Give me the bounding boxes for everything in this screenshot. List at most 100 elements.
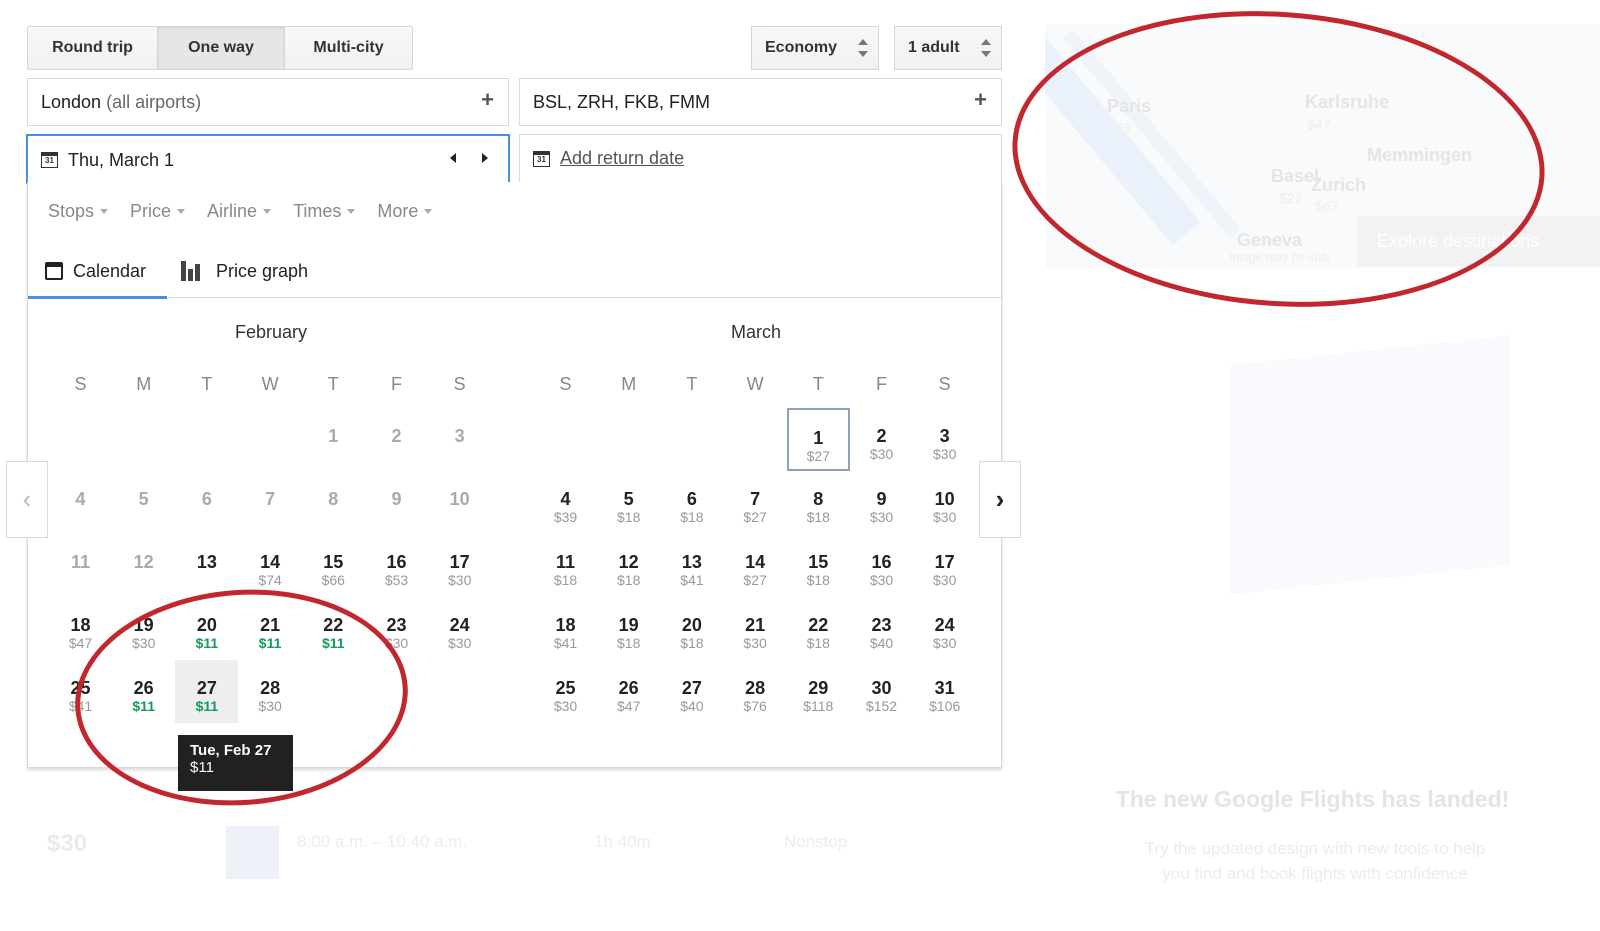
calendar-day[interactable]: 24 $30	[913, 597, 976, 660]
tab-price-graph-label: Price graph	[216, 260, 309, 281]
calendar-day[interactable]: 16 $53	[365, 534, 428, 597]
calendar-day[interactable]: 24 $30	[428, 597, 491, 660]
filter-stops[interactable]: Stops	[48, 201, 109, 222]
filter-label: Stops	[48, 201, 95, 221]
day-price: $30	[933, 509, 957, 525]
filter-price[interactable]: Price	[130, 201, 186, 222]
prev-date-icon[interactable]	[450, 153, 456, 163]
day-price: $18	[806, 635, 830, 651]
filter-label: Times	[293, 201, 342, 221]
calendar-day[interactable]: 12 $18	[597, 534, 660, 597]
calendar-day[interactable]: 25 $30	[534, 660, 597, 723]
day-number: 26	[618, 678, 639, 698]
day-price: $30	[869, 446, 894, 462]
day-price: $18	[617, 635, 641, 651]
prev-month-button[interactable]: ‹	[6, 461, 48, 538]
destination-field[interactable]: BSL, ZRH, FKB, FMM +	[519, 78, 1002, 126]
weekday-header: W	[746, 374, 764, 394]
multi-city-button[interactable]: Multi-city	[284, 26, 413, 70]
calendar-day[interactable]: 14 $74	[239, 534, 302, 597]
weekday-header: M	[136, 374, 152, 394]
round-trip-button[interactable]: Round trip	[27, 26, 158, 70]
calendar-day[interactable]: 11 $18	[534, 534, 597, 597]
day-number: 3	[454, 426, 465, 446]
next-month-button[interactable]: ›	[979, 461, 1021, 538]
day-price: $18	[806, 509, 830, 525]
calendar-day: 11	[49, 534, 112, 597]
calendar-day[interactable]: 10 $30	[913, 471, 976, 534]
day-number: 7	[265, 489, 276, 509]
calendar-day: 5	[112, 471, 175, 534]
calendar-day[interactable]: 5 $18	[597, 471, 660, 534]
calendar-day: 10	[428, 471, 491, 534]
day-number: 8	[328, 489, 339, 509]
weekday-header: T	[201, 374, 213, 394]
calendar-day[interactable]: 17 $30	[913, 534, 976, 597]
calendar-day[interactable]: 21 $30	[724, 597, 787, 660]
calendar-day[interactable]: 30 $152	[850, 660, 913, 723]
calendar-day[interactable]: 31 $106	[913, 660, 976, 723]
calendar-day[interactable]: 16 $30	[850, 534, 913, 597]
calendar-day[interactable]: 7 $27	[724, 471, 787, 534]
plus-icon[interactable]: +	[974, 87, 987, 113]
day-number: 18	[70, 615, 91, 635]
cabin-select[interactable]: Economy	[751, 26, 879, 70]
calendar-day[interactable]: 26 $47	[597, 660, 660, 723]
day-price: $41	[553, 635, 578, 651]
filter-more[interactable]: More	[377, 201, 433, 222]
calendar-day[interactable]: 3 $30	[913, 408, 976, 471]
weekday-header: M	[621, 374, 637, 394]
calendar-day[interactable]: 28 $76	[724, 660, 787, 723]
day-number: 8	[813, 489, 824, 509]
calendar-icon	[45, 262, 63, 280]
calendar-icon: 31	[533, 150, 550, 167]
calendar-day[interactable]: 17 $30	[428, 534, 491, 597]
calendar-day[interactable]: 13	[175, 534, 238, 597]
day-number: 15	[323, 552, 344, 572]
calendar-day[interactable]: 13 $41	[660, 534, 723, 597]
calendar-day[interactable]: 15 $66	[302, 534, 365, 597]
day-price: $39	[553, 509, 578, 525]
return-date-field[interactable]: 31 Add return date	[519, 134, 1002, 183]
one-way-button[interactable]: One way	[157, 26, 285, 70]
next-date-icon[interactable]	[482, 153, 488, 163]
calendar-day[interactable]: 29 $118	[787, 660, 850, 723]
day-price: $40	[680, 698, 704, 714]
calendar-day[interactable]: 6 $18	[660, 471, 723, 534]
weekday-header: T	[686, 374, 698, 394]
calendar-day[interactable]: 14 $27	[724, 534, 787, 597]
day-number: 20	[681, 615, 702, 635]
calendar-day[interactable]: 20 $18	[660, 597, 723, 660]
calendar-day[interactable]: 2 $30	[850, 408, 913, 471]
active-tab-indicator	[28, 296, 167, 299]
filter-airline[interactable]: Airline	[207, 201, 272, 222]
calendar-day[interactable]: 9 $30	[850, 471, 913, 534]
calendar-day[interactable]: 22 $18	[787, 597, 850, 660]
calendar-day[interactable]: 8 $18	[787, 471, 850, 534]
filter-times[interactable]: Times	[293, 201, 356, 222]
calendar-day[interactable]: 4 $39	[534, 471, 597, 534]
tab-price-graph[interactable]: Price graph	[181, 244, 308, 298]
calendar-day[interactable]: 27 $40	[660, 660, 723, 723]
tab-calendar[interactable]: Calendar	[45, 244, 146, 298]
day-number: 2	[876, 426, 887, 446]
origin-field[interactable]: London (all airports) +	[27, 78, 509, 126]
day-number: 14	[260, 552, 281, 572]
day-price: $152	[865, 698, 898, 714]
calendar-day[interactable]: 1 $27	[786, 408, 850, 471]
result-duration: 1h 40m	[594, 832, 651, 851]
calendar-day[interactable]: 19 $18	[597, 597, 660, 660]
calendar-day[interactable]: 23 $40	[850, 597, 913, 660]
passengers-label: 1 adult	[908, 39, 960, 56]
calendar-day[interactable]: 15 $18	[787, 534, 850, 597]
filter-bar: Stops Price Airline Times More	[48, 201, 454, 222]
calendar-day: 7	[239, 471, 302, 534]
add-return-date-link[interactable]: Add return date	[560, 148, 684, 169]
calendar-day[interactable]: 18 $41	[534, 597, 597, 660]
day-price: $27	[743, 572, 767, 588]
passengers-select[interactable]: 1 adult	[894, 26, 1002, 70]
depart-date-field[interactable]: 31 Thu, March 1	[26, 134, 510, 184]
day-price: $30	[933, 572, 957, 588]
plus-icon[interactable]: +	[481, 87, 494, 113]
day-price: $30	[448, 635, 472, 651]
